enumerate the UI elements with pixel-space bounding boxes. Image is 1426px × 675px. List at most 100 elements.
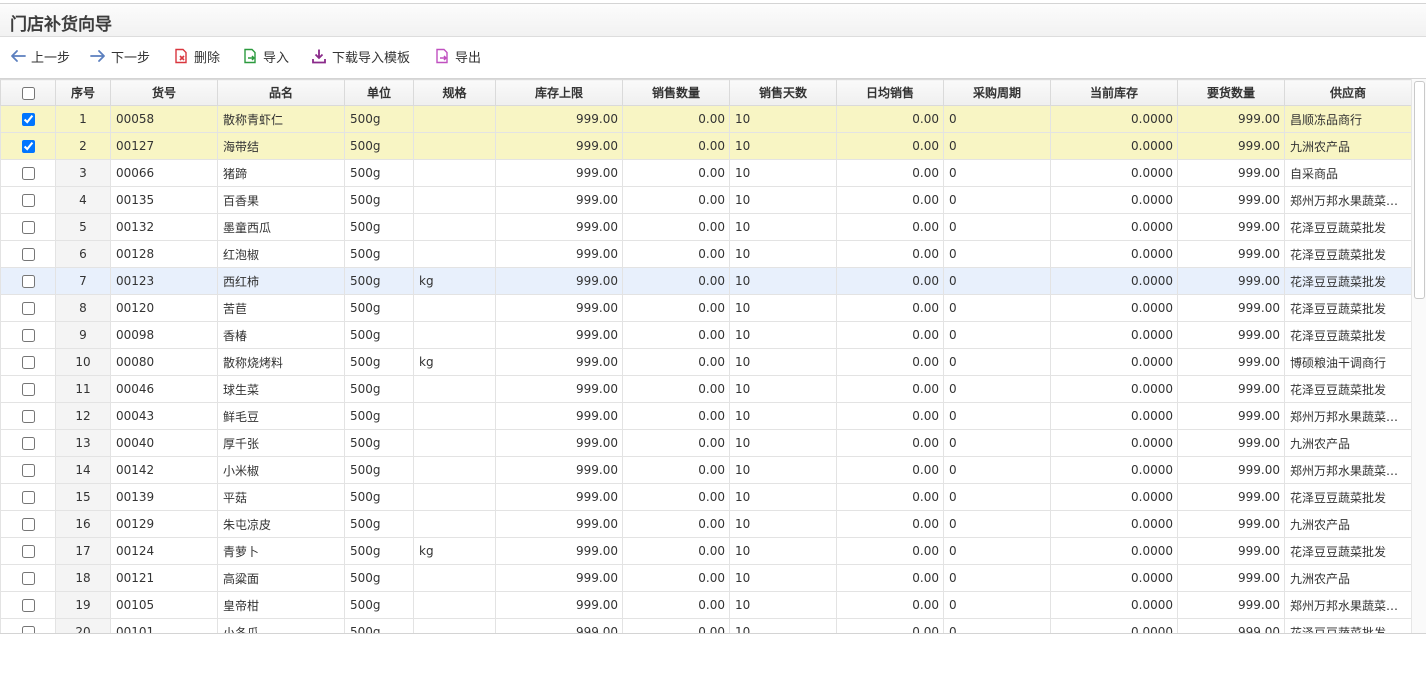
row-checkbox[interactable] <box>21 518 35 531</box>
daily-avg-sales-cell: 0.00 <box>836 348 944 376</box>
prev-step-label: 上一步 <box>31 50 71 66</box>
col-header[interactable]: 规格 <box>413 79 496 106</box>
select-all-checkbox[interactable] <box>21 86 35 100</box>
stock-max-cell: 999.00 <box>495 537 623 565</box>
col-header[interactable]: 品名 <box>217 79 345 106</box>
row-checkbox[interactable] <box>21 626 35 633</box>
import-button[interactable]: 导入 <box>242 45 289 67</box>
row-select-cell <box>0 186 56 214</box>
purchase-cycle-cell: 0 <box>943 321 1051 349</box>
item-name-cell: 散称烧烤料 <box>217 348 345 376</box>
purchase-cycle-cell: 0 <box>943 294 1051 322</box>
table-row[interactable]: 6 00128 红泡椒 500g 999.00 0.00 10 0.00 0 0.0000 999.… <box>0 240 1412 268</box>
row-checkbox[interactable] <box>21 491 35 504</box>
col-header[interactable]: 当前库存 <box>1050 79 1178 106</box>
table-row[interactable]: 18 00121 高粱面 500g 999.00 0.00 10 0.00 0 0.0000 999… <box>0 564 1412 592</box>
next-step-button[interactable]: 下一步 <box>90 45 150 67</box>
row-checkbox[interactable] <box>21 113 35 126</box>
col-header[interactable]: 销售数量 <box>622 79 730 106</box>
row-checkbox[interactable] <box>21 302 35 315</box>
table-row[interactable]: 5 00132 墨童西瓜 500g 999.00 0.00 10 0.00 0 0.0000 999… <box>0 213 1412 241</box>
sales-qty-cell: 0.00 <box>622 159 730 187</box>
prev-step-button[interactable]: 上一步 <box>10 45 70 67</box>
unit-cell: 500g <box>344 186 414 214</box>
row-checkbox[interactable] <box>21 437 35 450</box>
table-row[interactable]: 13 00040 厚千张 500g 999.00 0.00 10 0.00 0 0.0000 999… <box>0 429 1412 457</box>
unit-cell: 500g <box>344 537 414 565</box>
col-header[interactable]: 库存上限 <box>495 79 623 106</box>
vertical-scrollbar[interactable] <box>1411 79 1426 633</box>
row-checkbox[interactable] <box>21 464 35 477</box>
table-row[interactable]: 12 00043 鲜毛豆 500g 999.00 0.00 10 0.00 0 0.0000 999… <box>0 402 1412 430</box>
table-row[interactable]: 16 00129 朱屯凉皮 500g 999.00 0.00 10 0.00 0 0.0000 99… <box>0 510 1412 538</box>
table-row[interactable]: 4 00135 百香果 500g 999.00 0.00 10 0.00 0 0.0000 999.… <box>0 186 1412 214</box>
col-header[interactable]: 单位 <box>344 79 414 106</box>
table-row[interactable]: 15 00139 平菇 500g 999.00 0.00 10 0.00 0 0.0000 999.… <box>0 483 1412 511</box>
table-row[interactable]: 11 00046 球生菜 500g 999.00 0.00 10 0.00 0 0.0000 999… <box>0 375 1412 403</box>
spec-cell <box>413 618 496 633</box>
next-step-label: 下一步 <box>111 50 151 66</box>
row-checkbox[interactable] <box>21 194 35 207</box>
row-number-cell: 14 <box>55 456 111 484</box>
import-label: 导入 <box>263 50 290 66</box>
current-stock-cell: 0.0000 <box>1050 375 1178 403</box>
row-checkbox[interactable] <box>21 167 35 180</box>
download-template-button[interactable]: 下载导入模板 <box>311 45 410 67</box>
row-checkbox[interactable] <box>21 275 35 288</box>
col-header[interactable]: 要货数量 <box>1177 79 1285 106</box>
row-select-cell <box>0 375 56 403</box>
table-row[interactable]: 20 00101 小冬瓜 500g 999.00 0.00 10 0.00 0 0.0000 999… <box>0 618 1412 633</box>
item-name-cell: 猪蹄 <box>217 159 345 187</box>
row-checkbox[interactable] <box>21 572 35 585</box>
unit-cell: 500g <box>344 429 414 457</box>
row-checkbox[interactable] <box>21 383 35 396</box>
delete-button[interactable]: 删除 <box>173 45 220 67</box>
col-header[interactable]: 销售天数 <box>729 79 837 106</box>
col-header[interactable]: 供应商 <box>1284 79 1412 106</box>
row-checkbox[interactable] <box>21 356 35 369</box>
item-code-cell: 00124 <box>110 537 218 565</box>
current-stock-cell: 0.0000 <box>1050 618 1178 633</box>
table-row[interactable]: 19 00105 皇帝柑 500g 999.00 0.00 10 0.00 0 0.0000 999… <box>0 591 1412 619</box>
table-row[interactable]: 1 00058 散称青虾仁 500g 999.00 0.00 10 0.00 0 0.0000 99… <box>0 105 1412 133</box>
row-checkbox[interactable] <box>21 248 35 261</box>
stock-max-cell: 999.00 <box>495 618 623 633</box>
table-row[interactable]: 2 00127 海带结 500g 999.00 0.00 10 0.00 0 0.0000 999.… <box>0 132 1412 160</box>
col-header[interactable]: 采购周期 <box>943 79 1051 106</box>
row-checkbox[interactable] <box>21 140 35 153</box>
daily-avg-sales-cell: 0.00 <box>836 132 944 160</box>
table-row[interactable]: 9 00098 香椿 500g 999.00 0.00 10 0.00 0 0.0000 999.0… <box>0 321 1412 349</box>
row-number-cell: 7 <box>55 267 111 295</box>
scrollbar-thumb[interactable] <box>1414 81 1425 299</box>
purchase-cycle-cell: 0 <box>943 402 1051 430</box>
item-name-cell: 香椿 <box>217 321 345 349</box>
table-row[interactable]: 7 00123 西红柿 500g kg 999.00 0.00 10 0.00 0 0.0000 99… <box>0 267 1412 295</box>
row-checkbox[interactable] <box>21 599 35 612</box>
col-header[interactable]: 日均销售 <box>836 79 944 106</box>
order-qty-cell: 999.00 <box>1177 510 1285 538</box>
unit-cell: 500g <box>344 456 414 484</box>
stock-max-cell: 999.00 <box>495 456 623 484</box>
table-row[interactable]: 10 00080 散称烧烤料 500g kg 999.00 0.00 10 0.00 0 0.000… <box>0 348 1412 376</box>
daily-avg-sales-cell: 0.00 <box>836 564 944 592</box>
export-button[interactable]: 导出 <box>434 45 481 67</box>
row-checkbox[interactable] <box>21 410 35 423</box>
item-code-cell: 00066 <box>110 159 218 187</box>
table-row[interactable]: 3 00066 猪蹄 500g 999.00 0.00 10 0.00 0 0.0000 999.0… <box>0 159 1412 187</box>
col-header[interactable]: 货号 <box>110 79 218 106</box>
daily-avg-sales-cell: 0.00 <box>836 375 944 403</box>
unit-cell: 500g <box>344 294 414 322</box>
supplier-cell: 九洲农产品 <box>1284 132 1412 160</box>
stock-max-cell: 999.00 <box>495 105 623 133</box>
row-checkbox[interactable] <box>21 329 35 342</box>
current-stock-cell: 0.0000 <box>1050 591 1178 619</box>
table-row[interactable]: 17 00124 青萝卜 500g kg 999.00 0.00 10 0.00 0 0.0000 9… <box>0 537 1412 565</box>
table-row[interactable]: 14 00142 小米椒 500g 999.00 0.00 10 0.00 0 0.0000 999… <box>0 456 1412 484</box>
table-row[interactable]: 8 00120 苦苣 500g 999.00 0.00 10 0.00 0 0.0000 999.0… <box>0 294 1412 322</box>
daily-avg-sales-cell: 0.00 <box>836 618 944 633</box>
order-qty-cell: 999.00 <box>1177 618 1285 633</box>
row-checkbox[interactable] <box>21 221 35 234</box>
sales-days-cell: 10 <box>729 483 837 511</box>
col-header[interactable]: 序号 <box>55 79 111 106</box>
row-checkbox[interactable] <box>21 545 35 558</box>
